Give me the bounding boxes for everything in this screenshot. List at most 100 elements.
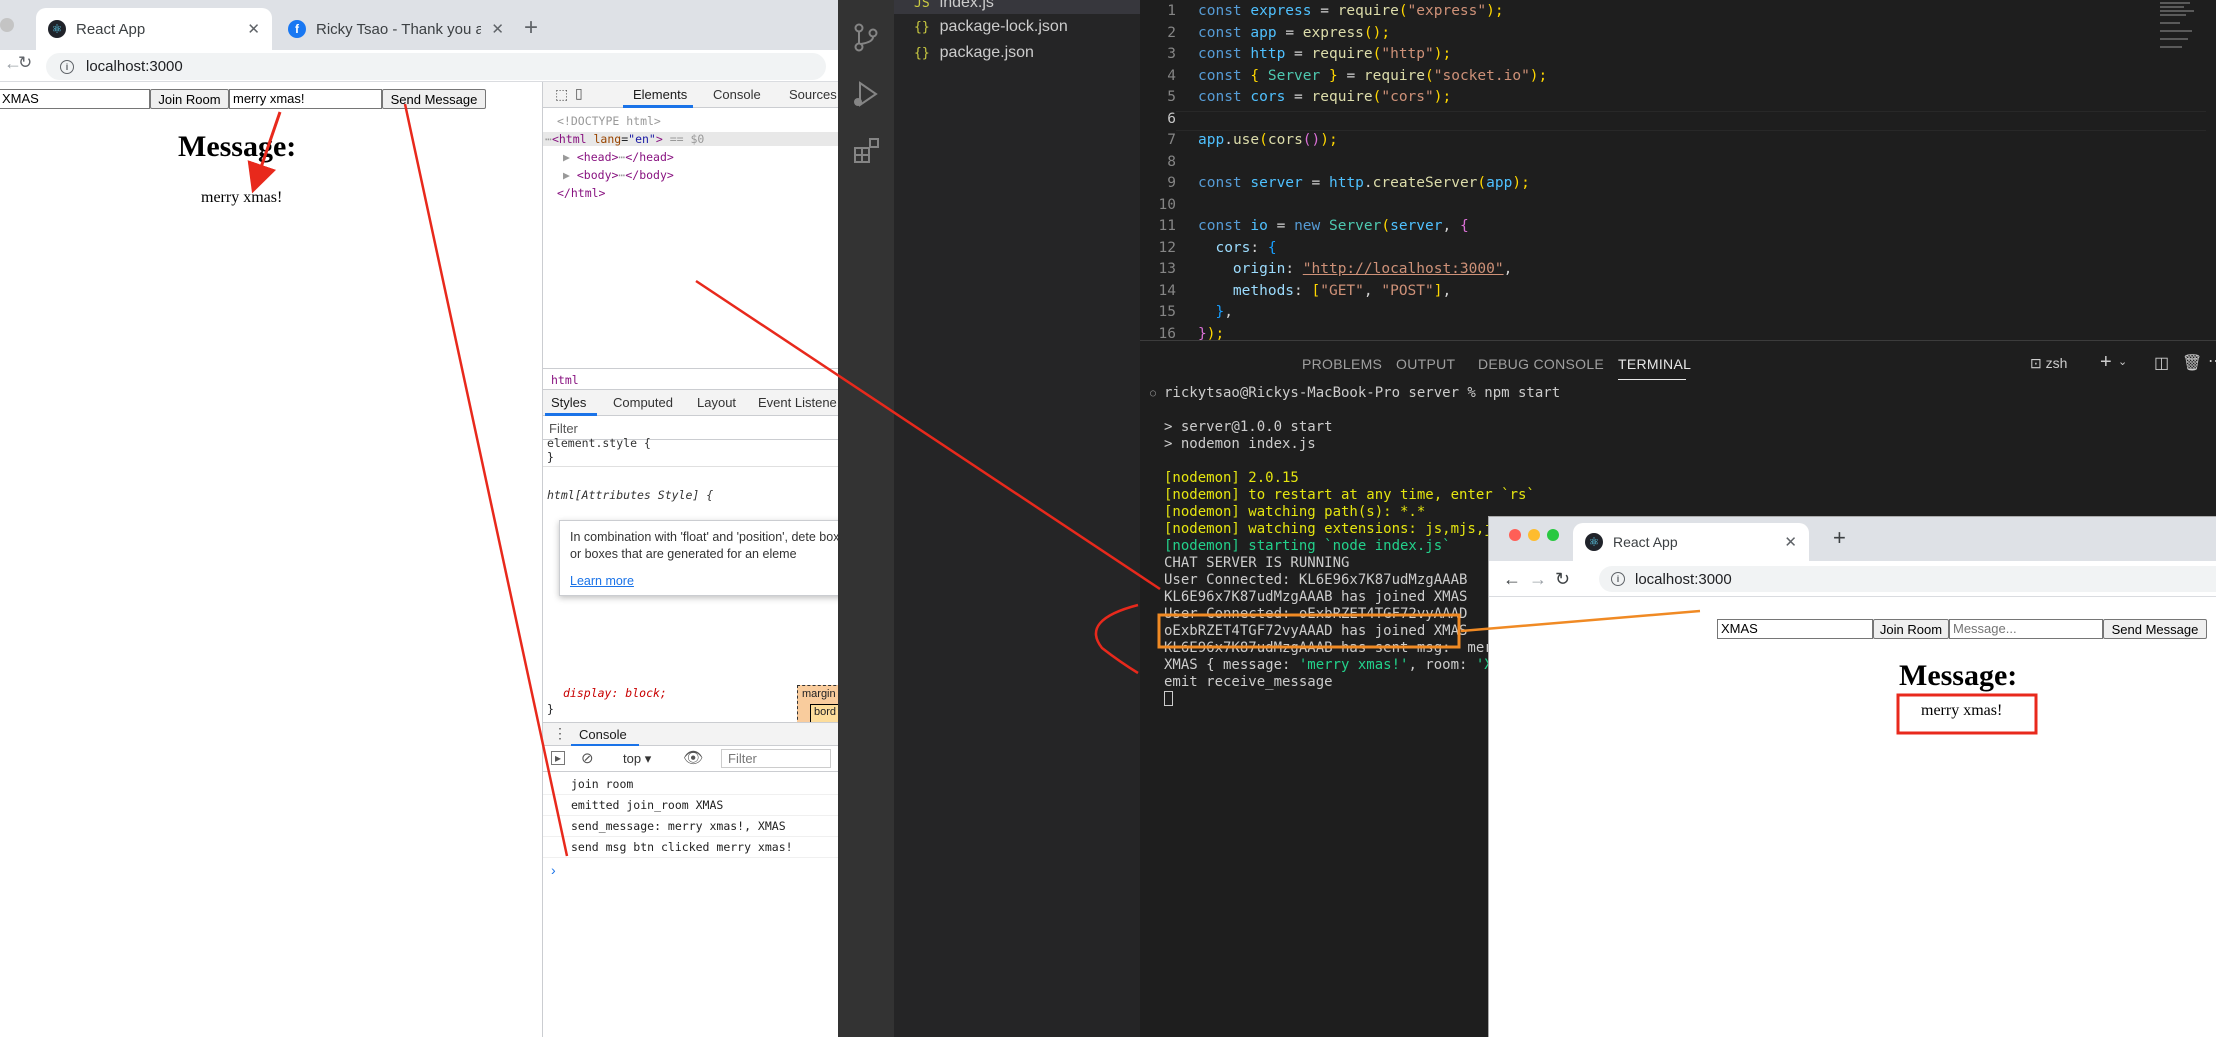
head-node[interactable]: ▶ <head>⋯</head> — [563, 150, 674, 164]
split-terminal-icon[interactable]: ◫ — [2154, 353, 2169, 373]
tab-output[interactable]: OUTPUT — [1396, 356, 1455, 372]
source-control-icon[interactable] — [852, 22, 880, 52]
tab-elements[interactable]: Elements — [633, 87, 687, 102]
run-debug-icon[interactable] — [850, 78, 882, 110]
element-style-rule: element.style { — [547, 436, 651, 450]
code-editor[interactable]: 1 2 3 4 5 6 7 8 9 10 11 12 13 14 15 16 c… — [1140, 0, 2216, 342]
address-bar[interactable]: i localhost:3000 — [46, 53, 826, 80]
send-message-button[interactable]: Send Message — [382, 89, 486, 109]
body-node[interactable]: ▶ <body>⋯</body> — [563, 168, 674, 182]
line-number: 9 — [1167, 175, 1176, 191]
console-log-line: send msg btn clicked merry xmas! — [543, 837, 838, 858]
reload-icon[interactable]: ↻ — [1555, 569, 1570, 590]
tab-layout[interactable]: Layout — [697, 395, 736, 410]
line-number: 10 — [1158, 197, 1176, 213]
zoom-window-button[interactable] — [1547, 529, 1559, 541]
extensions-icon[interactable] — [852, 136, 882, 166]
divider — [543, 466, 838, 467]
tab-strip: ⚛ React App ✕ + — [1489, 517, 2216, 561]
info-icon[interactable]: i — [60, 59, 74, 74]
new-tab-icon[interactable]: + — [524, 14, 538, 42]
line-number: 5 — [1167, 89, 1176, 105]
terminal-line: > server@1.0.0 start — [1164, 419, 1333, 435]
tab-event-listeners[interactable]: Event Listene — [758, 395, 837, 410]
second-browser-window: ⚛ React App ✕ + ← → ↻ i localhost:3000 X… — [1488, 516, 2216, 1037]
close-icon[interactable]: ✕ — [247, 20, 260, 38]
message-input[interactable]: Message... — [1949, 619, 2103, 639]
react-logo-icon: ⚛ — [48, 20, 66, 38]
code-line: const express = require("express"); — [1198, 3, 1504, 19]
terminal-line: [nodemon] starting `node index.js` — [1164, 538, 1451, 554]
inspect-icon[interactable]: ⬚ — [555, 86, 568, 103]
address-bar[interactable]: i localhost:3000 — [1599, 566, 2216, 592]
terminal-line: emit receive_message — [1164, 674, 1333, 690]
sidebar-toggle-icon[interactable]: ▸ — [551, 751, 565, 765]
browser-toolbar: ← ↻ i localhost:3000 — [0, 50, 838, 82]
tab-console[interactable]: Console — [713, 87, 761, 102]
tab-label: React App — [76, 20, 146, 38]
join-room-button[interactable]: Join Room — [1873, 619, 1949, 639]
console-log-line: emitted join_room XMAS — [543, 795, 838, 816]
rule-close: } — [547, 450, 554, 464]
send-message-button[interactable]: Send Message — [2103, 619, 2207, 639]
terminal-icon: ⊡ — [2030, 355, 2042, 371]
tab-react-app[interactable]: ⚛ React App ✕ — [36, 8, 272, 50]
console-prompt-icon[interactable]: › — [551, 862, 556, 878]
room-input[interactable]: XMAS — [0, 89, 150, 109]
device-toolbar-icon[interactable]: ▯ — [575, 85, 583, 102]
line-number: 15 — [1158, 304, 1176, 320]
tab-sources[interactable]: Sources — [789, 87, 837, 102]
reload-icon[interactable]: ↻ — [18, 53, 32, 73]
info-icon[interactable]: i — [1611, 572, 1625, 586]
join-room-button[interactable]: Join Room — [150, 89, 229, 109]
more-icon[interactable]: ⋯ — [2208, 351, 2216, 371]
margin-label: margin — [802, 688, 836, 700]
current-line-highlight — [1176, 111, 2206, 131]
terminal-shell-selector[interactable]: ⊡ zsh — [2030, 355, 2067, 372]
new-terminal-icon[interactable]: + — [2100, 351, 2112, 374]
html-node[interactable]: ⋯<html lang="en"> == $0 — [543, 132, 838, 146]
minimize-window-button[interactable] — [1528, 529, 1540, 541]
file-package-lock-json[interactable]: {} package-lock.json — [914, 18, 1068, 36]
doctype-node[interactable]: <!DOCTYPE html> — [557, 114, 661, 128]
clear-console-icon[interactable]: ⊘ — [581, 749, 594, 767]
chevron-down-icon[interactable]: ⌄ — [2118, 355, 2127, 368]
terminal-line: rickytsao@Rickys-MacBook-Pro server % np… — [1164, 385, 1561, 401]
back-icon[interactable]: ← — [1503, 569, 1521, 590]
breadcrumb: html — [543, 368, 838, 390]
activity-bar — [838, 0, 894, 1037]
new-tab-icon[interactable]: + — [1833, 525, 1846, 551]
breadcrumb-html[interactable]: html — [551, 373, 579, 387]
tab-terminal[interactable]: TERMINAL — [1618, 356, 1691, 372]
facebook-icon: f — [288, 20, 306, 38]
tab-facebook[interactable]: f Ricky Tsao - Thank you all for t ✕ — [276, 8, 516, 50]
eye-icon[interactable]: 👁 — [683, 748, 703, 768]
console-filter-input[interactable]: Filter — [721, 749, 831, 768]
tab-debug-console[interactable]: DEBUG CONSOLE — [1478, 356, 1604, 372]
close-icon[interactable]: ✕ — [1784, 533, 1797, 551]
learn-more-link[interactable]: Learn more — [570, 573, 838, 590]
more-icon[interactable]: ⋮ — [553, 725, 567, 742]
close-window-button[interactable] — [1509, 529, 1521, 541]
console-tab[interactable]: Console — [579, 727, 627, 742]
file-package-json[interactable]: {} package.json — [914, 44, 1034, 62]
forward-icon[interactable]: → — [1529, 569, 1547, 590]
code-line: origin: "http://localhost:3000", — [1198, 261, 1513, 277]
tab-computed[interactable]: Computed — [613, 395, 673, 410]
terminal-line: XMAS { message: 'merry xmas!', room: 'XM… — [1164, 657, 1543, 673]
tab-problems[interactable]: PROBLEMS — [1302, 356, 1382, 372]
trash-icon[interactable]: 🗑 — [2182, 353, 2202, 373]
tab-styles[interactable]: Styles — [551, 395, 586, 410]
tab-label: React App — [1613, 534, 1678, 550]
window-control[interactable] — [0, 18, 14, 32]
file-index-js[interactable]: JS index.js — [914, 0, 994, 12]
context-selector[interactable]: top ▾ — [623, 751, 651, 767]
room-input[interactable]: XMAS — [1717, 619, 1873, 639]
code-line: const io = new Server(server, { — [1198, 218, 1469, 234]
html-close-node: </html> — [557, 186, 606, 200]
message-input[interactable]: merry xmas! — [229, 89, 382, 109]
close-icon[interactable]: ✕ — [491, 20, 504, 38]
minimap[interactable] — [2160, 0, 2210, 60]
body-tag: <body> — [576, 168, 619, 182]
tab-react-app[interactable]: ⚛ React App ✕ — [1573, 523, 1809, 561]
